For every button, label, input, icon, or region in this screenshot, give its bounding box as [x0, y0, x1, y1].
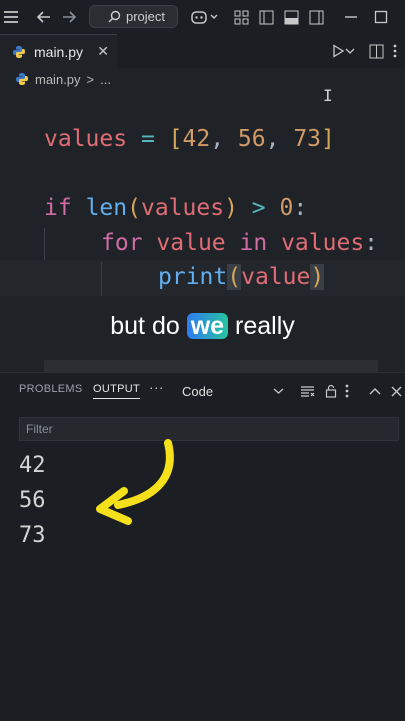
editor-scroll-shadow — [44, 360, 378, 372]
maximize-panel-icon[interactable] — [364, 380, 386, 402]
search-label: project — [126, 9, 166, 24]
panel-more-actions-icon[interactable] — [340, 380, 354, 402]
python-file-icon — [16, 73, 28, 85]
customize-layout-icon[interactable] — [230, 6, 252, 28]
python-file-icon — [13, 45, 25, 58]
close-tab-icon[interactable]: ✕ — [97, 43, 109, 60]
toggle-primary-sidebar-icon[interactable] — [255, 6, 277, 28]
split-editor-icon[interactable] — [365, 40, 387, 62]
title-bar: project — [0, 0, 405, 34]
output-channel-select[interactable]: Code — [182, 384, 213, 399]
minimize-icon[interactable] — [340, 6, 362, 28]
output-line: 56 — [19, 488, 46, 513]
curved-arrow-annotation — [96, 439, 174, 525]
copilot-icon[interactable] — [190, 6, 222, 28]
output-line: 73 — [19, 523, 46, 548]
search-icon — [108, 10, 121, 23]
run-dropdown-chevron-icon[interactable] — [343, 40, 357, 62]
editor-tab-bar: main.py ✕ — [0, 34, 405, 68]
output-filter-input[interactable]: Filter — [19, 417, 399, 441]
forward-arrow-icon[interactable] — [58, 6, 80, 28]
toggle-panel-icon[interactable] — [280, 6, 302, 28]
code-line-4: print(value) — [158, 264, 325, 290]
caption-post: really — [228, 312, 295, 340]
back-arrow-icon[interactable] — [33, 6, 55, 28]
indent-guide — [101, 262, 102, 296]
close-panel-icon[interactable] — [388, 380, 404, 402]
panel-more-icon[interactable]: ··· — [149, 379, 164, 395]
video-caption: but do we really — [0, 312, 405, 341]
tab-problems[interactable]: PROBLEMS — [19, 383, 83, 395]
clear-output-icon[interactable] — [296, 380, 318, 402]
breadcrumb: main.py > ... — [0, 68, 405, 90]
code-line-1: values = [42, 56, 73] — [44, 126, 335, 152]
ibeam-cursor-icon: I — [323, 86, 333, 105]
menu-icon[interactable] — [0, 6, 22, 28]
channel-dropdown-chevron-icon[interactable] — [268, 380, 288, 402]
breadcrumb-more[interactable]: ... — [100, 72, 111, 87]
maximize-icon[interactable] — [370, 6, 392, 28]
caption-highlight: we — [186, 313, 229, 339]
bottom-panel: PROBLEMS OUTPUT ··· Code Filter 42 56 73 — [0, 372, 405, 721]
more-actions-icon[interactable] — [388, 40, 402, 62]
breadcrumb-file[interactable]: main.py — [35, 72, 81, 87]
tab-main-py[interactable]: main.py ✕ — [0, 34, 117, 68]
command-center-search[interactable]: project — [89, 5, 178, 28]
code-line-3: for value in values: — [101, 230, 379, 256]
output-line: 42 — [19, 453, 46, 478]
toggle-secondary-sidebar-icon[interactable] — [305, 6, 327, 28]
lock-scroll-icon[interactable] — [320, 380, 342, 402]
caption-pre: but do — [110, 312, 187, 340]
breadcrumb-separator: > — [86, 71, 95, 87]
tab-label: main.py — [34, 43, 84, 60]
tab-output[interactable]: OUTPUT — [93, 383, 141, 399]
code-line-2: if len(values) > 0: — [44, 195, 308, 221]
